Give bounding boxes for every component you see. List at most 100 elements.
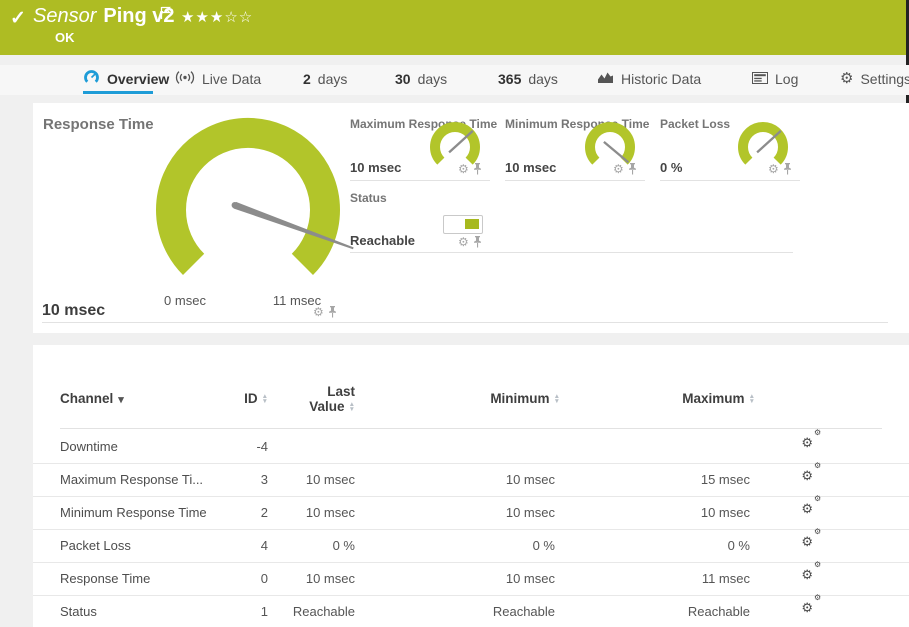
mini-gauge-value: 10 msec (350, 160, 401, 175)
channel-quick-actions[interactable]: ⚙ (458, 236, 482, 248)
channel-name: Response Time (60, 562, 150, 595)
column-label: Maximum (682, 391, 744, 406)
status-toggle-knob (465, 219, 479, 229)
column-header-maximum[interactable]: Maximum ▲▼ (605, 391, 755, 406)
maximum-value: 11 msec (600, 562, 750, 595)
primary-gauge-value: 10 msec (42, 302, 105, 320)
live-data-icon (175, 70, 195, 88)
overview-gauges-panel: Response Time 0 msec 11 msec 10 msec ⚙ M… (33, 103, 909, 333)
minimum-value: 10 msec (405, 463, 555, 496)
sensor-status-text: OK (55, 30, 75, 45)
last-value: 10 msec (255, 463, 355, 496)
tab-label: days (528, 71, 558, 87)
pin-icon[interactable] (783, 163, 792, 175)
last-value (255, 430, 355, 463)
channel-id: 1 (168, 595, 268, 627)
minimum-value: 10 msec (405, 496, 555, 529)
channel-id: 2 (168, 496, 268, 529)
channel-quick-actions[interactable]: ⚙ (313, 306, 337, 318)
gear-icon: ⚙ (840, 71, 853, 86)
last-value: Reachable (255, 595, 355, 627)
status-block-value: Reachable (350, 233, 415, 248)
channel-quick-actions[interactable]: ⚙ (613, 163, 637, 175)
prtg-sensor-page: ✓ SensorPing v2 ★★★☆☆ OK Overview (0, 0, 909, 627)
tab-settings[interactable]: ⚙ Settings (840, 65, 909, 92)
column-header-last-value[interactable]: Last Value▲▼ (255, 384, 355, 414)
last-value: 10 msec (255, 562, 355, 595)
divider (42, 322, 888, 323)
status-block-title: Status (350, 191, 387, 205)
status-toggle-indicator (443, 215, 483, 234)
maximum-value: 10 msec (600, 496, 750, 529)
column-label: Last (255, 384, 355, 399)
minimum-value: Reachable (405, 595, 555, 627)
tab-historic-data[interactable]: Historic Data (597, 65, 701, 92)
maximum-value: 0 % (600, 529, 750, 562)
channel-quick-actions[interactable]: ⚙ (768, 163, 792, 175)
tab-live-data[interactable]: Live Data (175, 65, 261, 92)
column-label: Channel (60, 391, 113, 406)
minimum-value (405, 430, 555, 463)
divider (505, 180, 645, 181)
minimum-value: 10 msec (405, 562, 555, 595)
divider (660, 180, 800, 181)
sort-caret-icon: ▾ (118, 394, 124, 406)
tab-30-days[interactable]: 30 days (395, 65, 447, 92)
gear-icon[interactable]: ⚙ (613, 163, 624, 175)
tab-label: days (318, 71, 348, 87)
flag-icon[interactable] (160, 6, 171, 25)
last-value: 10 msec (255, 496, 355, 529)
priority-stars[interactable]: ★★★☆☆ (181, 8, 253, 26)
tab-label: Live Data (202, 71, 261, 87)
pin-icon[interactable] (328, 306, 337, 318)
tab-log[interactable]: Log (752, 65, 798, 92)
mini-gauge-value: 0 % (660, 160, 682, 175)
gear-icon[interactable]: ⚙ (458, 163, 469, 175)
sort-icon: ▲▼ (554, 394, 560, 405)
gear-icon[interactable]: ⚙ (768, 163, 779, 175)
column-header-channel[interactable]: Channel ▾ (60, 391, 124, 406)
response-time-gauge (138, 115, 368, 300)
mini-gauge-title: Packet Loss (660, 117, 730, 131)
channel-name: Downtime (60, 430, 118, 463)
tab-label: days (418, 71, 448, 87)
tab-2-days[interactable]: 2 days (303, 65, 347, 92)
table-row: Downtime -4 ⚙⚙ (33, 430, 909, 464)
sensor-status-header: ✓ SensorPing v2 ★★★☆☆ OK (0, 0, 909, 55)
tab-365-days[interactable]: 365 days (498, 65, 558, 92)
column-header-minimum[interactable]: Minimum ▲▼ (410, 391, 560, 406)
last-value: 0 % (255, 529, 355, 562)
channel-table-panel: Channel ▾ ID▲▼ Last Value▲▼ Minimum ▲▼ Max… (33, 345, 909, 627)
tab-label: Settings (860, 71, 909, 87)
tab-overview[interactable]: Overview (83, 65, 169, 92)
gear-icon[interactable]: ⚙ (458, 236, 469, 248)
pin-icon[interactable] (473, 236, 482, 248)
historic-chart-icon (597, 71, 614, 87)
table-row: Response Time 0 10 msec 10 msec 11 msec … (33, 562, 909, 596)
table-row: Minimum Response Time 2 10 msec 10 msec … (33, 496, 909, 530)
maximum-value (600, 430, 750, 463)
sort-icon: ▲▼ (349, 402, 355, 413)
pin-icon[interactable] (628, 163, 637, 175)
channel-quick-actions[interactable]: ⚙ (458, 163, 482, 175)
divider (60, 428, 882, 429)
tab-label: Overview (107, 71, 169, 87)
maximum-value: 15 msec (600, 463, 750, 496)
channel-id: -4 (168, 430, 268, 463)
tab-day-count: 365 (498, 71, 521, 87)
gauge-icon (83, 69, 100, 89)
table-row: Status 1 Reachable Reachable Reachable ⚙… (33, 595, 909, 627)
tab-label: Historic Data (621, 71, 701, 87)
table-row: Maximum Response Ti... 3 10 msec 10 msec… (33, 463, 909, 497)
tab-bar: Overview Live Data 2 days 30 days 365 (0, 65, 909, 95)
log-list-icon (752, 71, 768, 87)
sort-icon: ▲▼ (749, 394, 755, 405)
column-header-id[interactable]: ID▲▼ (168, 391, 268, 406)
sensor-kind-label: Sensor (33, 5, 96, 27)
channel-id: 4 (168, 529, 268, 562)
tab-day-count: 2 (303, 71, 311, 87)
column-label: Minimum (490, 391, 549, 406)
pin-icon[interactable] (473, 163, 482, 175)
channel-name: Status (60, 595, 97, 627)
gear-icon[interactable]: ⚙ (313, 306, 324, 318)
